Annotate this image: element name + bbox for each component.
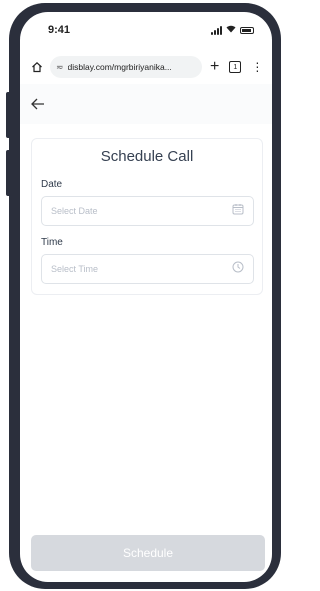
signal-icon	[211, 25, 222, 35]
date-label: Date	[41, 179, 63, 190]
tabs-icon[interactable]: 1	[229, 61, 242, 73]
url-text: disblay.com/mgrbiriyanika...	[67, 62, 172, 72]
app-header	[20, 84, 272, 124]
wifi-icon	[226, 25, 236, 35]
time-label: Time	[41, 237, 63, 248]
phone-screen: 9:41 ≂ disblay.com/mgrbiriyanika... + 1 …	[20, 12, 272, 582]
status-time: 9:41	[48, 24, 71, 36]
status-bar: 9:41	[20, 12, 272, 48]
schedule-button[interactable]: Schedule	[31, 535, 265, 571]
calendar-icon	[232, 202, 244, 220]
site-settings-icon[interactable]: ≂	[56, 62, 64, 73]
time-field[interactable]: Select Time	[41, 254, 254, 284]
menu-icon[interactable]: ⋮	[251, 61, 263, 73]
status-icons	[211, 25, 254, 35]
url-field[interactable]: ≂ disblay.com/mgrbiriyanika...	[50, 56, 202, 78]
page-title: Schedule Call	[100, 148, 194, 165]
back-arrow-icon[interactable]	[30, 96, 46, 112]
schedule-call-card: Schedule Call Date Select Date Time Sele…	[31, 138, 263, 295]
date-placeholder: Select Date	[51, 206, 98, 216]
battery-icon	[240, 26, 254, 34]
browser-url-bar: ≂ disblay.com/mgrbiriyanika... + 1 ⋮	[20, 52, 272, 82]
clock-icon	[232, 260, 244, 278]
plus-icon[interactable]: +	[210, 59, 219, 75]
home-icon[interactable]	[30, 60, 44, 74]
date-field[interactable]: Select Date	[41, 196, 254, 226]
time-placeholder: Select Time	[51, 264, 99, 274]
